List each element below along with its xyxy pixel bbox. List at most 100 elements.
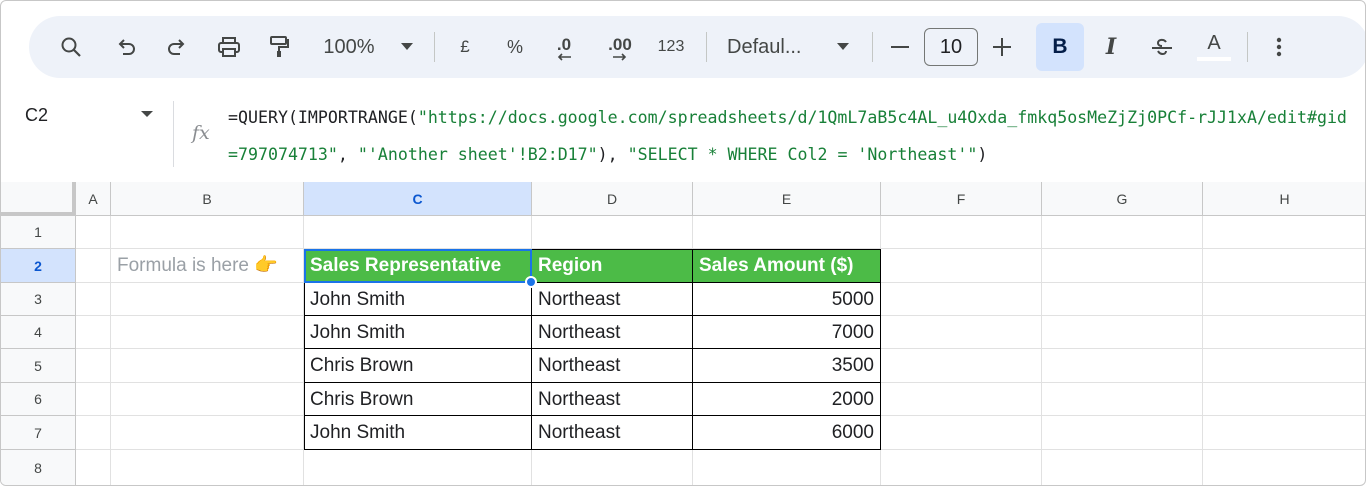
table-cell[interactable]: 5000 [693, 283, 881, 316]
strikethrough-icon[interactable] [1148, 16, 1176, 78]
search-icon[interactable] [57, 16, 85, 78]
cell-b8[interactable] [111, 450, 304, 485]
percent-format-button[interactable]: % [503, 16, 527, 78]
cell-h5[interactable] [1203, 349, 1365, 383]
row-header-2[interactable]: 2 [1, 249, 76, 283]
row-header-3[interactable]: 3 [1, 283, 76, 316]
table-header-cell[interactable]: Sales Representative [304, 249, 532, 283]
cell-g2[interactable] [1042, 249, 1203, 283]
name-box[interactable]: C2 [25, 105, 48, 126]
cell-a7[interactable] [76, 416, 111, 450]
zoom-select[interactable]: 100% [317, 16, 381, 78]
row-header-1[interactable]: 1 [1, 216, 76, 249]
table-cell[interactable]: John Smith [304, 283, 532, 316]
more-vert-icon[interactable] [1269, 16, 1289, 78]
cell-a6[interactable] [76, 383, 111, 416]
text-color-button[interactable]: A [1196, 16, 1232, 78]
cell-b3[interactable] [111, 283, 304, 316]
paint-format-icon[interactable] [265, 16, 293, 78]
bold-button[interactable]: B [1036, 23, 1084, 71]
cell-a5[interactable] [76, 349, 111, 383]
table-cell[interactable]: Northeast [532, 383, 693, 416]
table-cell[interactable]: Northeast [532, 283, 693, 316]
table-cell[interactable]: Northeast [532, 416, 693, 450]
decrease-decimal-button[interactable]: .0 [547, 16, 581, 78]
cell-g3[interactable] [1042, 283, 1203, 316]
cell-b6[interactable] [111, 383, 304, 416]
cell-g6[interactable] [1042, 383, 1203, 416]
table-header-cell[interactable]: Sales Amount ($) [693, 249, 881, 283]
cell-d8[interactable] [532, 450, 693, 485]
column-header-d[interactable]: D [532, 182, 693, 216]
row-header-6[interactable]: 6 [1, 383, 76, 416]
row-header-8[interactable]: 8 [1, 450, 76, 485]
cell-h2[interactable] [1203, 249, 1365, 283]
chevron-down-icon[interactable] [141, 111, 153, 117]
cell-b2[interactable]: Formula is here 👉 [111, 249, 304, 283]
cell-b4[interactable] [111, 316, 304, 349]
cell-g8[interactable] [1042, 450, 1203, 485]
undo-icon[interactable] [112, 16, 140, 78]
table-cell[interactable]: Chris Brown [304, 383, 532, 416]
cell-f1[interactable] [881, 216, 1042, 249]
table-cell[interactable]: 7000 [693, 316, 881, 349]
cell-d1[interactable] [532, 216, 693, 249]
row-header-4[interactable]: 4 [1, 316, 76, 349]
font-select[interactable]: Defaul... [727, 16, 819, 78]
increase-font-size-icon[interactable] [990, 16, 1014, 78]
cell-a8[interactable] [76, 450, 111, 485]
column-header-e[interactable]: E [693, 182, 881, 216]
increase-decimal-button[interactable]: .00 [601, 16, 639, 78]
cell-g5[interactable] [1042, 349, 1203, 383]
cell-e8[interactable] [693, 450, 881, 485]
cell-a3[interactable] [76, 283, 111, 316]
cell-f8[interactable] [881, 450, 1042, 485]
cell-b5[interactable] [111, 349, 304, 383]
table-header-cell[interactable]: Region [532, 249, 693, 283]
table-cell[interactable]: 6000 [693, 416, 881, 450]
chevron-down-icon[interactable] [835, 16, 851, 78]
font-size-input[interactable]: 10 [924, 28, 978, 66]
table-cell[interactable]: 3500 [693, 349, 881, 383]
cell-e1[interactable] [693, 216, 881, 249]
fill-handle[interactable] [525, 276, 537, 288]
table-cell[interactable]: Northeast [532, 349, 693, 383]
table-cell[interactable]: John Smith [304, 316, 532, 349]
cell-f3[interactable] [881, 283, 1042, 316]
cell-f7[interactable] [881, 416, 1042, 450]
more-formats-button[interactable]: 123 [654, 16, 688, 78]
row-header-5[interactable]: 5 [1, 349, 76, 383]
table-cell[interactable]: 2000 [693, 383, 881, 416]
cell-h6[interactable] [1203, 383, 1365, 416]
cell-h8[interactable] [1203, 450, 1365, 485]
currency-format-button[interactable]: £ [453, 16, 477, 78]
cell-f2[interactable] [881, 249, 1042, 283]
cell-b1[interactable] [111, 216, 304, 249]
row-header-7[interactable]: 7 [1, 416, 76, 450]
cell-f6[interactable] [881, 383, 1042, 416]
column-header-f[interactable]: F [881, 182, 1042, 216]
redo-icon[interactable] [163, 16, 191, 78]
cell-c8[interactable] [304, 450, 532, 485]
cell-g1[interactable] [1042, 216, 1203, 249]
print-icon[interactable] [214, 16, 244, 78]
cell-g7[interactable] [1042, 416, 1203, 450]
table-cell[interactable]: Northeast [532, 316, 693, 349]
column-header-h[interactable]: H [1203, 182, 1365, 216]
table-cell[interactable]: John Smith [304, 416, 532, 450]
italic-button[interactable]: I [1097, 16, 1125, 78]
column-header-c[interactable]: C [304, 182, 532, 216]
cell-f5[interactable] [881, 349, 1042, 383]
formula-input[interactable]: =QUERY(IMPORTRANGE("https://docs.google.… [228, 99, 1353, 173]
cell-c1[interactable] [304, 216, 532, 249]
cell-h4[interactable] [1203, 316, 1365, 349]
column-header-a[interactable]: A [76, 182, 111, 216]
cell-h3[interactable] [1203, 283, 1365, 316]
column-header-g[interactable]: G [1042, 182, 1203, 216]
decrease-font-size-icon[interactable] [888, 16, 912, 78]
cell-h1[interactable] [1203, 216, 1365, 249]
cell-f4[interactable] [881, 316, 1042, 349]
table-cell[interactable]: Chris Brown [304, 349, 532, 383]
chevron-down-icon[interactable] [399, 16, 415, 78]
cell-g4[interactable] [1042, 316, 1203, 349]
